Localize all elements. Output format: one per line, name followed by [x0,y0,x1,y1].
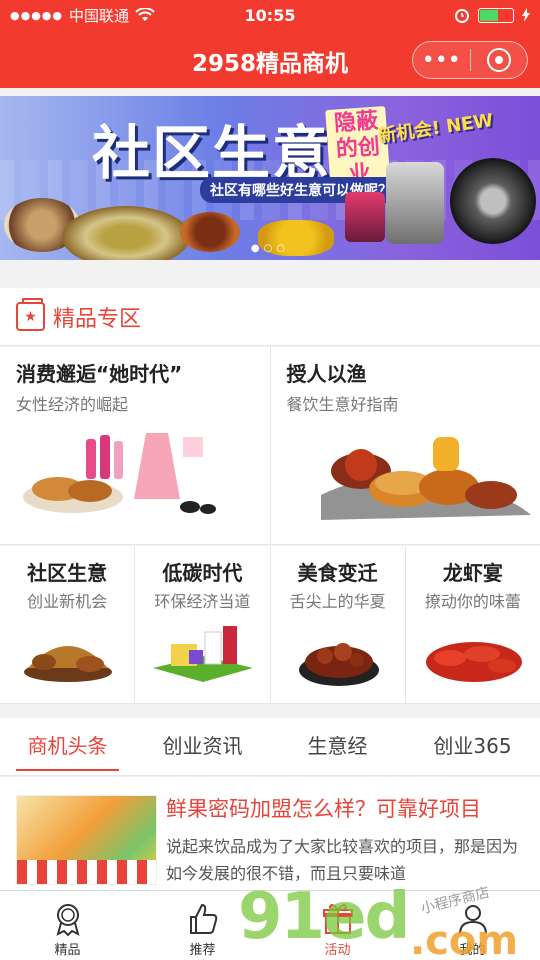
chinese-dishes-image [320,437,531,520]
card-title: 美食变迁 [297,561,378,585]
featured-row: 消费邂逅“她时代” 女性经济的崛起 授人以渔 餐饮生意好指南 [0,347,540,545]
carousel-indicator: ●○○ [250,243,290,254]
tab-business-tips[interactable]: 生意经 [270,718,405,775]
oil-can-image [386,162,444,244]
card-title: 低碳时代 [162,561,243,585]
tabbar-item-featured[interactable]: 精品 [0,891,135,960]
section-header: ★ 精品专区 [0,288,540,346]
tab-business-headlines[interactable]: 商机头条 [0,718,135,775]
green-products-image [153,626,254,682]
thumbs-up-icon [189,903,217,934]
tab-startup-365[interactable]: 创业365 [405,718,540,775]
category-card-community-business[interactable]: 社区生意 创业新机会 [0,546,134,703]
featured-card-teach-fishing[interactable]: 授人以渔 餐饮生意好指南 [269,347,540,544]
spices-image [24,646,112,682]
news-list-item[interactable]: 鲜果密码加盟怎么样？可靠好项目 说起来饮品成为了大家比较喜欢的项目，那是因为如今… [0,777,540,890]
clock: 10:55 [244,5,296,25]
battery-icon [478,7,514,23]
watermark-suffix: .com [410,918,519,960]
crayfish-image [425,642,522,682]
tabbar-label: 精品 [54,943,81,958]
card-subtitle: 女性经济的崛起 [16,395,129,414]
category-card-crayfish[interactable]: 龙虾宴 撩动你的味蕾 [404,546,540,703]
watermark-logo: 91ed [238,880,410,954]
screen: ●●●●● 中国联通 10:55 2958精品商机 ••• 社区生意 隐蔽的创业… [0,0,540,960]
category-card-food-change[interactable]: 美食变迁 舌尖上的华夏 [269,546,405,703]
featured-card-her-era[interactable]: 消费邂逅“她时代” 女性经济的崛起 [0,347,270,544]
category-card-low-carbon[interactable]: 低碳时代 环保经济当道 [134,546,269,703]
promo-banner[interactable]: 社区生意 隐蔽的创业 新机会! NEW 社区有哪些好生意可以做呢？ ●○○ [0,96,540,260]
more-button[interactable]: ••• [413,42,470,78]
news-description: 说起来饮品成为了大家比较喜欢的项目，那是因为如今发展的很不错，而且只要味道 [166,837,519,883]
braised-meat-image [298,643,379,686]
air-filter-image [345,192,385,242]
close-program-button[interactable] [471,42,528,78]
banner-new-badge: 新机会! NEW [377,110,495,147]
star-bag-icon: ★ [16,298,45,331]
section-title: 精品专区 [53,306,142,332]
card-title: 社区生意 [27,561,108,585]
bread-and-dress-image [23,433,216,514]
news-thumbnail [16,795,157,885]
nav-bar: 2958精品商机 ••• [0,30,540,88]
tire-image [450,158,536,244]
news-title: 鲜果密码加盟怎么样？可靠好项目 [166,797,481,821]
tabbar-label: 推荐 [189,943,216,958]
target-icon [486,48,511,72]
card-title: 龙虾宴 [442,561,503,585]
card-title: 消费邂逅“她时代” [16,362,183,386]
more-icon: ••• [421,47,461,73]
card-subtitle: 舌尖上的华夏 [289,592,386,611]
news-tabs: 商机头条 创业资讯 生意经 创业365 [0,718,540,776]
card-subtitle: 创业新机会 [27,592,108,611]
medal-icon [55,904,80,937]
status-bar: ●●●●● 中国联通 10:55 [0,0,540,30]
mini-program-capsule: ••• [412,41,528,79]
card-subtitle: 餐饮生意好指南 [286,395,399,414]
card-title: 授人以渔 [286,362,367,386]
card-subtitle: 撩动你的味蕾 [424,592,521,611]
card-subtitle: 环保经济当道 [154,592,251,611]
category-row: 社区生意 创业新机会 低碳时代 环保经济当道 美食变迁 舌尖上的华夏 龙虾宴 撩… [0,546,540,704]
tab-startup-news[interactable]: 创业资讯 [135,718,270,775]
